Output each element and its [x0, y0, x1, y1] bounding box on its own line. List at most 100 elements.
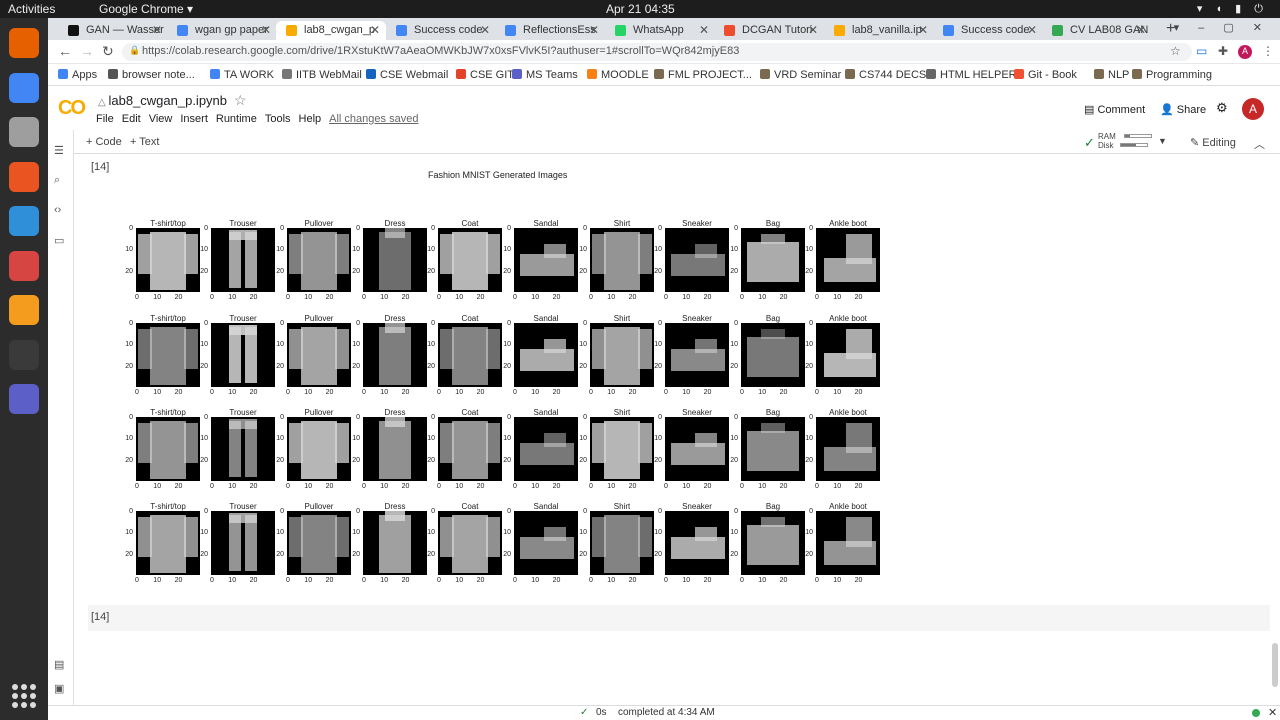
- tab-close-icon[interactable]: ✕: [1136, 23, 1146, 37]
- clock[interactable]: Apr 21 04:35: [606, 2, 675, 16]
- tab-close-icon[interactable]: ✕: [699, 23, 709, 37]
- terminal-icon[interactable]: [9, 339, 39, 370]
- y-tick-label: 10: [125, 341, 133, 349]
- activities-button[interactable]: Activities: [8, 2, 55, 16]
- menu-runtime[interactable]: Runtime: [216, 113, 257, 125]
- browser-tab[interactable]: Success code ✕: [933, 21, 1043, 40]
- x-tick-label: 0: [740, 389, 744, 396]
- runtime-dropdown-icon[interactable]: ▼: [1158, 136, 1167, 146]
- bookmark-item[interactable]: VRD Seminar: [760, 69, 841, 81]
- browser-tab[interactable]: lab8_cwgan_p ✕: [276, 21, 386, 40]
- tab-close-icon[interactable]: ✕: [370, 23, 380, 37]
- empty-code-cell[interactable]: [14]: [88, 605, 1270, 631]
- browser-tab[interactable]: CV LAB08 GAN ✕: [1042, 21, 1152, 40]
- browser-tab[interactable]: ReflectionsEss ✕: [495, 21, 605, 40]
- x-tick-label: 0: [135, 483, 139, 490]
- teams-icon[interactable]: [9, 384, 39, 414]
- browser-tab[interactable]: wgan gp paper ✕: [167, 21, 277, 40]
- browser-tab[interactable]: DCGAN Tutori ✕: [714, 21, 824, 40]
- x-tick-label: 10: [833, 577, 842, 584]
- notebook-title[interactable]: △ lab8_cwgan_p.ipynb: [98, 93, 227, 108]
- firefox-icon[interactable]: [9, 28, 39, 58]
- bookmark-item[interactable]: Git - Book: [1014, 69, 1077, 81]
- reload-icon[interactable]: ↻: [102, 43, 114, 60]
- bookmark-star-icon[interactable]: ☆: [1170, 44, 1181, 58]
- bookmark-item[interactable]: CSE Webmail: [366, 69, 448, 81]
- tab-close-icon[interactable]: ✕: [589, 23, 599, 37]
- files-icon[interactable]: [9, 117, 39, 147]
- menu-edit[interactable]: Edit: [122, 113, 141, 125]
- tab-close-icon[interactable]: ✕: [152, 23, 162, 37]
- forward-icon[interactable]: →: [80, 43, 94, 59]
- files-folder-icon[interactable]: ▭: [54, 234, 64, 247]
- star-icon[interactable]: ☆: [234, 92, 247, 109]
- share-button[interactable]: 👤 Share: [1160, 103, 1206, 116]
- x-tick-label: 10: [607, 483, 616, 490]
- close-status-icon[interactable]: ✕: [1268, 706, 1277, 719]
- bookmark-item[interactable]: MOODLE: [587, 69, 649, 81]
- account-avatar[interactable]: A: [1242, 98, 1264, 120]
- extensions-icon[interactable]: ✚: [1218, 44, 1228, 58]
- bookmark-item[interactable]: NLP: [1094, 69, 1129, 81]
- menu-insert[interactable]: Insert: [180, 113, 208, 125]
- table-of-contents-icon[interactable]: ☰: [54, 144, 64, 157]
- help-icon[interactable]: [9, 206, 39, 236]
- tab-close-icon[interactable]: ✕: [918, 23, 928, 37]
- browser-tab[interactable]: Success code ✕: [386, 21, 496, 40]
- chrome-menu-icon[interactable]: ⋮: [1262, 44, 1274, 58]
- generated-image: [363, 417, 427, 481]
- tab-close-icon[interactable]: ✕: [480, 23, 490, 37]
- tab-close-icon[interactable]: ✕: [1027, 23, 1037, 37]
- garment-shape: [229, 419, 257, 429]
- add-text-button[interactable]: + Text: [130, 136, 159, 148]
- bookmark-item[interactable]: FML PROJECT...: [654, 69, 752, 81]
- settings-gear-icon[interactable]: ⚙: [1216, 100, 1228, 116]
- comment-button[interactable]: ▤ Comment: [1084, 103, 1145, 116]
- window-controls[interactable]: ▾ – ▢ ✕: [1174, 21, 1270, 34]
- cast-icon[interactable]: ▭: [1196, 44, 1207, 58]
- bookmark-item[interactable]: IITB WebMail: [282, 69, 362, 81]
- save-status-link[interactable]: All changes saved: [329, 113, 418, 125]
- software-center-icon[interactable]: [9, 161, 39, 192]
- add-code-button[interactable]: + Code: [86, 136, 122, 148]
- bookmark-item[interactable]: HTML HELPER: [926, 69, 1017, 81]
- chrome-icon[interactable]: [9, 72, 39, 103]
- menu-tools[interactable]: Tools: [265, 113, 291, 125]
- menu-view[interactable]: View: [149, 113, 173, 125]
- menu-file[interactable]: File: [96, 113, 114, 125]
- sublime-text-icon[interactable]: [9, 295, 39, 325]
- browser-tab[interactable]: lab8_vanilla.ip ✕: [824, 21, 934, 40]
- bookmark-item[interactable]: Programming: [1132, 69, 1212, 81]
- collapse-header-icon[interactable]: ︿: [1254, 136, 1265, 152]
- ram-disk-indicator[interactable]: RAM Disk: [1098, 132, 1152, 150]
- bookmark-item[interactable]: TA WORK: [210, 69, 274, 81]
- scrollbar[interactable]: [1272, 643, 1278, 687]
- profile-avatar-icon[interactable]: A: [1238, 45, 1252, 59]
- y-tick-label: 0: [129, 414, 133, 421]
- system-tray[interactable]: ▾ ◖ ▮ ⏻: [1197, 2, 1268, 16]
- x-tick-label: 10: [304, 389, 313, 396]
- terminal-icon[interactable]: ▣: [54, 682, 64, 695]
- app-menu[interactable]: Google Chrome ▾: [99, 2, 193, 16]
- search-icon[interactable]: ⌕: [54, 174, 60, 187]
- bookmark-item[interactable]: MS Teams: [512, 69, 578, 81]
- code-snippets-icon[interactable]: ‹›: [54, 204, 61, 216]
- bookmark-item[interactable]: Apps: [58, 69, 97, 81]
- document-viewer-icon[interactable]: [9, 250, 39, 281]
- bookmark-item[interactable]: CSE GIT: [456, 69, 514, 81]
- tab-close-icon[interactable]: ✕: [261, 23, 271, 37]
- command-palette-icon[interactable]: ▤: [54, 658, 64, 671]
- editing-mode-button[interactable]: ✎ Editing: [1190, 136, 1236, 149]
- menu-help[interactable]: Help: [299, 113, 322, 125]
- tab-close-icon[interactable]: ✕: [808, 23, 818, 37]
- garment-shape: [592, 517, 606, 557]
- show-applications-icon[interactable]: [12, 684, 36, 708]
- back-icon[interactable]: ←: [58, 43, 72, 59]
- bookmark-item[interactable]: CS744 DECS: [845, 69, 926, 81]
- browser-tab[interactable]: GAN — Wasser ✕: [58, 21, 168, 40]
- x-tick-label: 20: [401, 294, 410, 301]
- bookmark-item[interactable]: browser note...: [108, 69, 195, 81]
- browser-tab[interactable]: WhatsApp ✕: [605, 21, 715, 40]
- colab-logo-icon[interactable]: CO: [58, 97, 86, 120]
- url-field[interactable]: 🔒 https://colab.research.google.com/drive…: [122, 43, 1192, 61]
